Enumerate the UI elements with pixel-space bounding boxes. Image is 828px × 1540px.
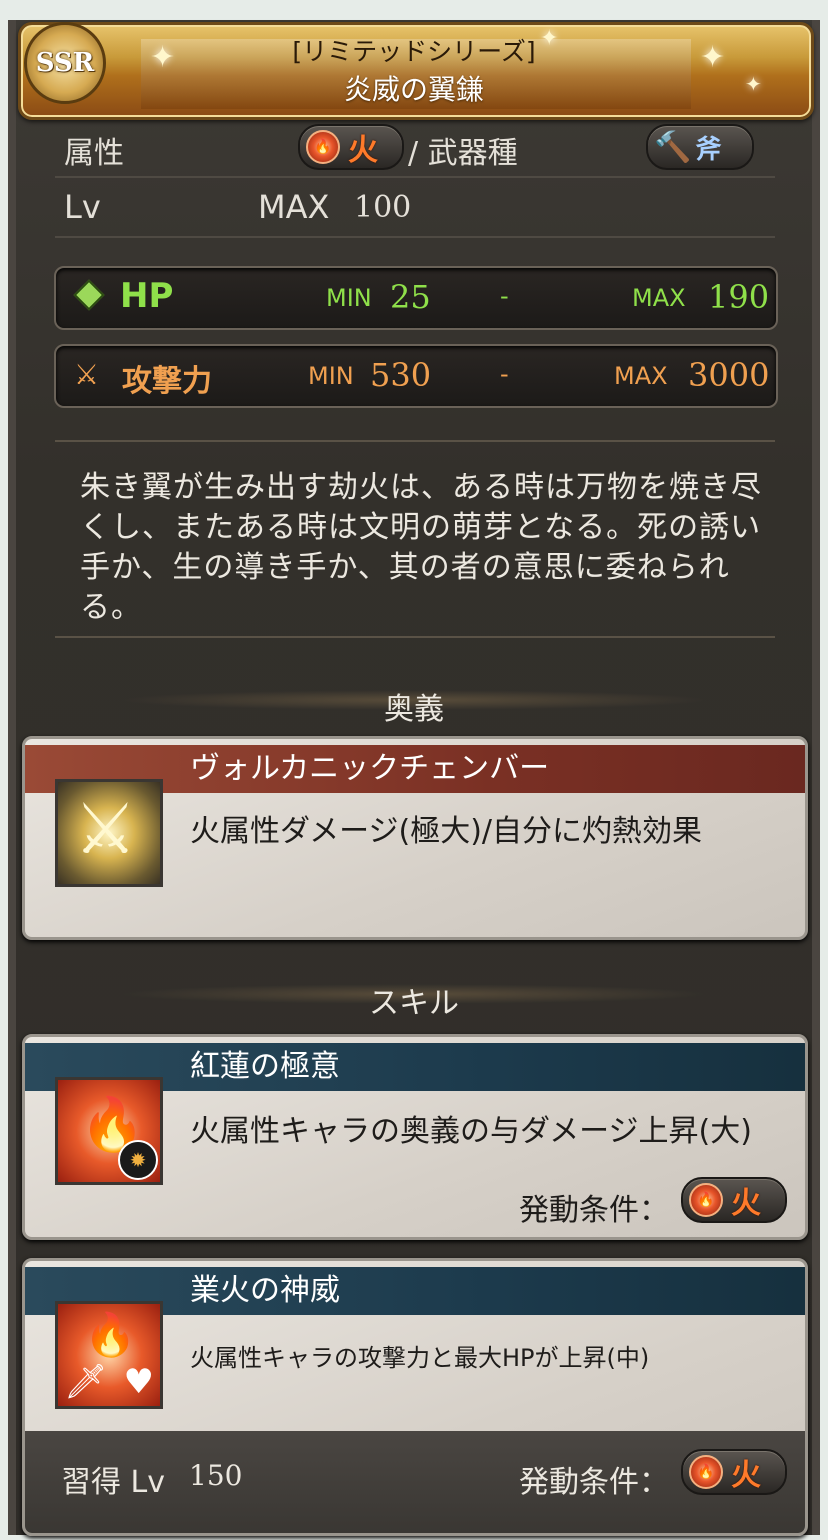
fire-element-icon: 🔥 bbox=[689, 1455, 723, 1489]
attack-stat-bar: ⚔ 攻撃力 MIN 530 - MAX 3000 bbox=[54, 344, 778, 408]
hp-range-separator: - bbox=[500, 282, 509, 310]
skill-1-effect: 火属性キャラの奥義の与ダメージ上昇(大) bbox=[190, 1114, 752, 1149]
level-max-value: 100 bbox=[354, 190, 412, 225]
weapon-series: [リミテッドシリーズ] bbox=[292, 37, 536, 66]
weapon-type-label: / 武器種 bbox=[408, 136, 518, 171]
skill-2-condition-value: 火 bbox=[731, 1458, 761, 1493]
skill-2-icon: 🔥 🗡 ♥ bbox=[55, 1301, 163, 1409]
weapon-description: 朱き翼が生み出す劫火は、ある時は万物を焼き尽くし、またある時は文明の萌芽となる。… bbox=[80, 470, 762, 625]
flame-icon: 🔥 bbox=[84, 1310, 137, 1359]
skill-1-condition-value: 火 bbox=[731, 1186, 761, 1221]
ougi-section-title: 奥義 bbox=[384, 692, 444, 727]
skill-1-icon: 🔥 ✹ bbox=[55, 1077, 163, 1185]
attack-range-separator: - bbox=[500, 360, 509, 388]
sword-icon: 🗡 bbox=[64, 1362, 108, 1402]
fire-element-icon: 🔥 bbox=[306, 130, 340, 164]
divider bbox=[55, 636, 775, 638]
hp-label: HP bbox=[120, 276, 174, 316]
ougi-effect: 火属性ダメージ(極大)/自分に灼熱効果 bbox=[190, 814, 703, 849]
heart-icon: ♥ bbox=[123, 1362, 154, 1402]
attack-min-value: 530 bbox=[370, 356, 432, 394]
attack-max-label: MAX bbox=[614, 362, 668, 390]
attack-label: 攻撃力 bbox=[122, 364, 212, 399]
skill-2-learn-label: 習得 Lv bbox=[61, 1465, 166, 1500]
hp-min-value: 25 bbox=[390, 278, 431, 316]
ougi-crossed-swords-icon: ⚔ bbox=[55, 779, 163, 887]
element-value: 火 bbox=[348, 133, 378, 168]
skill-2-effect: 火属性キャラの攻撃力と最大HPが上昇(中) bbox=[190, 1344, 650, 1372]
fire-element-icon: 🔥 bbox=[689, 1183, 723, 1217]
element-label: 属性 bbox=[64, 136, 124, 171]
weapon-name: 炎威の翼鎌 bbox=[343, 73, 484, 106]
attack-max-value: 3000 bbox=[688, 356, 770, 394]
divider bbox=[55, 176, 775, 178]
skill-2-footer: 習得 Lv 150 発動条件： 🔥 火 bbox=[25, 1431, 805, 1533]
level-max-prefix: MAX bbox=[258, 188, 330, 226]
skill-1-condition-label: 発動条件： bbox=[519, 1193, 669, 1228]
sword-icon: ⚔ bbox=[74, 358, 100, 391]
axe-icon: 🔨 bbox=[654, 129, 692, 165]
divider bbox=[55, 440, 775, 442]
skill-card-2[interactable]: 業火の神威 🔥 🗡 ♥ 火属性キャラの攻撃力と最大HPが上昇(中) 習得 Lv … bbox=[22, 1258, 808, 1536]
crossed-swords-icon: ⚔ bbox=[74, 788, 137, 870]
weapon-type-badge: 🔨 斧 bbox=[646, 124, 754, 170]
level-label: Lv bbox=[64, 188, 101, 226]
skill-2-condition-label: 発動条件： bbox=[519, 1465, 669, 1500]
hp-max-label: MAX bbox=[632, 284, 686, 312]
element-badge: 🔥 火 bbox=[298, 124, 404, 170]
divider bbox=[55, 236, 775, 238]
skill-card-1[interactable]: 紅蓮の極意 🔥 ✹ 火属性キャラの奥義の与ダメージ上昇(大) 発動条件： 🔥 火 bbox=[22, 1034, 808, 1240]
hp-min-label: MIN bbox=[326, 284, 372, 312]
weapon-type-value: 斧 bbox=[695, 134, 722, 165]
skill-section-title: スキル bbox=[369, 986, 459, 1021]
attack-min-label: MIN bbox=[308, 362, 354, 390]
ougi-damage-up-icon: ✹ bbox=[118, 1140, 158, 1180]
hp-diamond-icon bbox=[73, 279, 105, 311]
skill-2-learn-level: 150 bbox=[189, 1459, 243, 1492]
skill-1-condition-badge: 🔥 火 bbox=[681, 1177, 787, 1223]
skill-2-condition-badge: 🔥 火 bbox=[681, 1449, 787, 1495]
ougi-card[interactable]: ヴォルカニックチェンバー ⚔ 火属性ダメージ(極大)/自分に灼熱効果 bbox=[22, 736, 808, 940]
hp-max-value: 190 bbox=[708, 278, 770, 316]
hp-stat-bar: HP MIN 25 - MAX 190 bbox=[54, 266, 778, 330]
